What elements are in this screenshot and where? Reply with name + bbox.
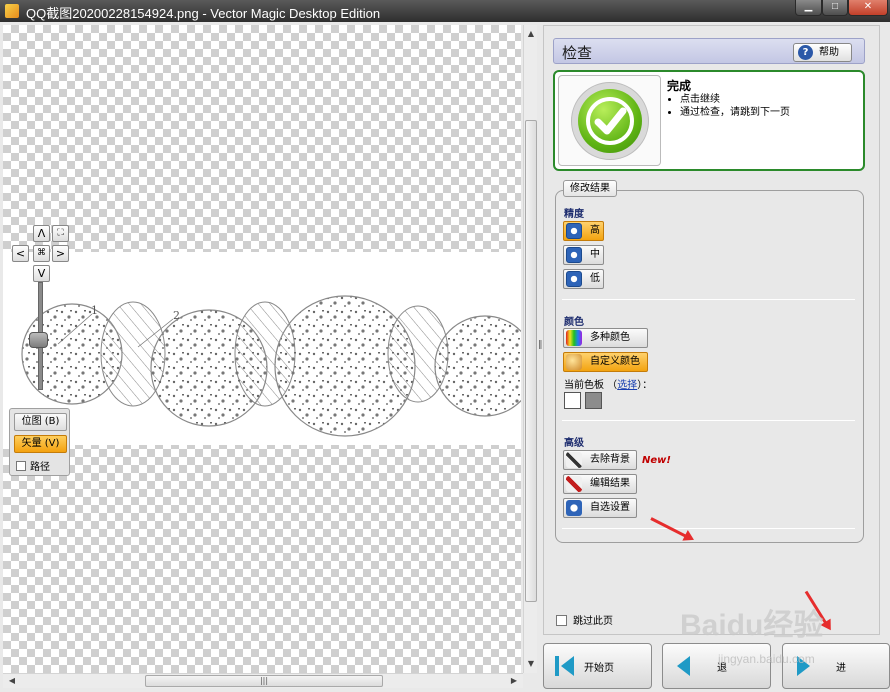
modify-results-label: 修改结果	[563, 180, 617, 197]
pan-left-button[interactable]: <	[12, 245, 29, 262]
help-icon: ?	[798, 45, 813, 60]
status-card: 完成 点击继续 通过检查，请跳到下一页	[553, 70, 865, 171]
panel-header: 检查 ? 帮助	[553, 38, 865, 64]
callout-2: 2	[173, 309, 180, 322]
scroll-right-icon[interactable]: ▶	[507, 674, 521, 688]
preview-canvas[interactable]: 1 2	[3, 25, 521, 673]
precision-high-label: 高	[590, 225, 600, 236]
back-arrow-icon	[677, 656, 690, 676]
divider	[562, 420, 855, 421]
callout-1: 1	[91, 304, 98, 317]
palette-colon: ：	[642, 380, 653, 391]
status-bullet: 通过检查，请跳到下一页	[680, 106, 790, 119]
first-page-arrow-icon	[561, 656, 574, 676]
remove-background-button[interactable]: 去除背景	[563, 450, 637, 470]
panel-title: 检查	[562, 44, 593, 62]
help-label: 帮助	[819, 47, 839, 58]
divider	[562, 528, 855, 529]
current-palette-label: 当前色板	[564, 380, 604, 391]
edit-result-button[interactable]: 编辑结果	[563, 474, 637, 494]
quality-icon	[566, 223, 582, 239]
palette-swatch-gray[interactable]	[585, 392, 602, 409]
pan-up-button[interactable]: Λ	[33, 225, 50, 242]
watermark-url: jingyan.baidu.com	[718, 652, 815, 666]
custom-settings-label: 自选设置	[590, 502, 630, 513]
close-button[interactable]: ✕	[848, 0, 888, 16]
zoom-fit-icon[interactable]: ⛶	[52, 225, 69, 242]
undo-arrow-icon	[566, 500, 582, 516]
checkmark-badge	[578, 89, 642, 153]
bitmap-view-button[interactable]: 位图 (B)	[14, 413, 67, 431]
quality-icon	[566, 271, 582, 287]
zoom-slider-handle[interactable]	[29, 332, 48, 348]
precision-high-button[interactable]: 高	[563, 221, 604, 241]
maximize-button[interactable]: □	[822, 0, 848, 16]
center-view-icon[interactable]: ⌘	[33, 245, 50, 262]
palette-swatch-white[interactable]	[564, 392, 581, 409]
current-palette-line: 当前色板 （选择）：	[564, 380, 653, 391]
vertical-scrollbar[interactable]: ▲ ▼	[523, 25, 537, 673]
precision-low-button[interactable]: 低	[563, 269, 604, 289]
custom-color-button[interactable]: 自定义颜色	[563, 352, 648, 372]
skip-page-checkbox-box[interactable]	[556, 615, 567, 626]
edit-result-label: 编辑结果	[590, 478, 630, 489]
path-checkbox-label: 路径	[30, 462, 50, 473]
check-glyph	[586, 97, 634, 145]
next-label: 进	[836, 663, 846, 674]
color-heading: 颜色	[564, 317, 584, 328]
next-button[interactable]: 进	[782, 643, 890, 689]
scroll-up-icon[interactable]: ▲	[524, 27, 538, 41]
vector-view-button[interactable]: 矢量 (V)	[14, 435, 67, 453]
multi-color-label: 多种颜色	[590, 332, 630, 343]
start-page-label: 开始页	[584, 663, 614, 674]
minimize-button[interactable]: ▁	[795, 0, 822, 16]
vector-illustration: 1 2	[21, 295, 521, 437]
back-button[interactable]: 退	[662, 643, 771, 689]
multi-color-button[interactable]: 多种颜色	[563, 328, 648, 348]
custom-color-label: 自定义颜色	[590, 356, 640, 367]
horizontal-scrollbar[interactable]: ◀ ||| ▶	[3, 673, 523, 688]
divider	[562, 299, 855, 300]
custom-settings-button[interactable]: 自选设置	[563, 498, 637, 518]
status-title: 完成	[667, 79, 692, 93]
app-icon	[5, 4, 19, 18]
checkmark-icon	[571, 82, 649, 160]
path-checkbox[interactable]: 路径	[16, 458, 50, 473]
precision-medium-button[interactable]: 中	[563, 245, 604, 265]
status-icon-frame	[558, 75, 661, 166]
scroll-down-icon[interactable]: ▼	[524, 657, 538, 671]
new-badge: New!	[642, 455, 671, 466]
first-page-bar-icon	[555, 656, 559, 676]
magic-wand-icon	[566, 452, 582, 468]
path-checkbox-box[interactable]	[16, 461, 26, 471]
rainbow-icon	[566, 330, 582, 346]
horizontal-scroll-thumb[interactable]: |||	[145, 675, 383, 687]
quality-icon	[566, 247, 582, 263]
view-mode-panel: 位图 (B) 矢量 (V) 路径	[9, 408, 70, 476]
precision-heading: 精度	[564, 209, 584, 220]
pencil-icon	[566, 476, 582, 492]
precision-medium-label: 中	[590, 249, 600, 260]
advanced-heading: 高级	[564, 438, 584, 449]
skip-page-checkbox[interactable]: 跳过此页	[556, 612, 613, 627]
title-bar: QQ截图20200228154924.png - Vector Magic De…	[0, 0, 890, 22]
pan-down-button[interactable]: V	[33, 265, 50, 282]
status-bullet: 点击继续	[680, 93, 790, 106]
window-title: QQ截图20200228154924.png - Vector Magic De…	[26, 6, 381, 21]
precision-low-label: 低	[590, 273, 600, 284]
palette-icon	[566, 354, 582, 370]
scroll-left-icon[interactable]: ◀	[5, 674, 19, 688]
pan-right-button[interactable]: >	[52, 245, 69, 262]
vertical-scroll-thumb[interactable]	[525, 120, 537, 602]
watermark: Baidu经验	[680, 609, 824, 642]
choose-palette-link[interactable]: 选择	[617, 380, 637, 391]
skip-page-label: 跳过此页	[573, 616, 613, 627]
remove-background-label: 去除背景	[590, 454, 630, 465]
vector-result-strip: 1 2	[3, 252, 521, 445]
start-page-button[interactable]: 开始页	[543, 643, 652, 689]
help-button[interactable]: ? 帮助	[793, 43, 852, 62]
status-bullet-list: 点击继续 通过检查，请跳到下一页	[680, 93, 790, 119]
